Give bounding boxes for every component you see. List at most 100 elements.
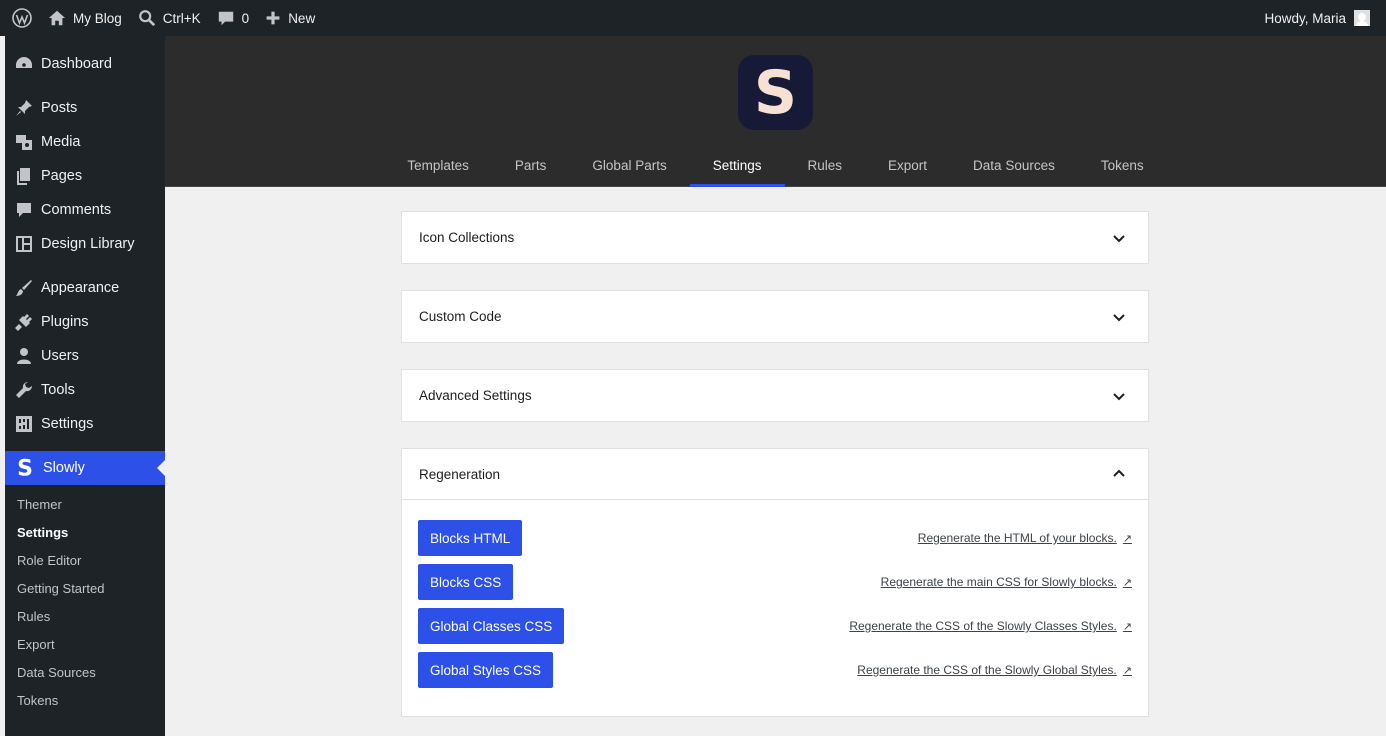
menu-appearance[interactable]: Appearance xyxy=(5,271,165,305)
dashboard-icon xyxy=(16,57,32,68)
user-icon xyxy=(17,348,31,364)
panel-icon-collections: Icon Collections xyxy=(401,211,1149,264)
regen-global-styles-css-button[interactable]: Global Styles CSS xyxy=(418,652,554,688)
chevron-up-icon xyxy=(1113,469,1125,477)
menu-users[interactable]: Users xyxy=(5,339,165,373)
panel-title: Advanced Settings xyxy=(419,388,532,403)
regen-global-styles-css-link[interactable]: Regenerate the CSS of the Slowly Global … xyxy=(857,663,1132,677)
regen-row: Blocks CSS Regenerate the main CSS for S… xyxy=(418,564,1132,600)
regen-blocks-css-link[interactable]: Regenerate the main CSS for Slowly block… xyxy=(881,575,1132,589)
menu-design-library[interactable]: Design Library xyxy=(5,227,165,261)
submenu-role-editor[interactable]: Role Editor xyxy=(5,547,165,575)
submenu-export[interactable]: Export xyxy=(5,631,165,659)
panel-custom-code: Custom Code xyxy=(401,290,1149,343)
plug-icon xyxy=(15,314,32,331)
search-shortcut-button[interactable]: Ctrl+K xyxy=(130,0,209,36)
tab-global-parts[interactable]: Global Parts xyxy=(569,146,689,187)
new-content-button[interactable]: New xyxy=(257,0,323,36)
regen-global-classes-css-link[interactable]: Regenerate the CSS of the Slowly Classes… xyxy=(849,619,1132,633)
pin-icon xyxy=(16,100,32,116)
menu-label: Slowly xyxy=(43,460,85,476)
regen-row: Global Styles CSS Regenerate the CSS of … xyxy=(418,652,1132,688)
regen-row: Global Classes CSS Regenerate the CSS of… xyxy=(418,608,1132,644)
panel-regeneration: Regeneration Blocks HTML Regenerate the … xyxy=(401,448,1149,717)
comments-link[interactable]: 0 xyxy=(209,0,258,36)
menu-label: Users xyxy=(41,348,79,364)
howdy-text: Howdy, Maria xyxy=(1264,10,1346,26)
site-name: My Blog xyxy=(73,10,122,26)
search-icon xyxy=(138,10,155,27)
search-shortcut-label: Ctrl+K xyxy=(162,10,201,26)
menu-media[interactable]: Media xyxy=(5,125,165,159)
avatar xyxy=(1354,10,1370,26)
panel-toggle-icon-collections[interactable]: Icon Collections xyxy=(402,212,1148,263)
account-menu[interactable]: Howdy, Maria xyxy=(1264,0,1370,36)
submenu-tokens[interactable]: Tokens xyxy=(5,687,165,715)
panel-advanced-settings: Advanced Settings xyxy=(401,369,1149,422)
link-text: Regenerate the CSS of the Slowly Global … xyxy=(857,663,1117,677)
regeneration-body: Blocks HTML Regenerate the HTML of your … xyxy=(402,500,1148,716)
slowly-s-icon: S xyxy=(17,457,33,479)
media-icon xyxy=(16,135,32,150)
panel-toggle-advanced-settings[interactable]: Advanced Settings xyxy=(402,370,1148,421)
menu-slowly[interactable]: S Slowly xyxy=(5,451,165,485)
wrench-icon xyxy=(16,381,33,398)
comment-icon xyxy=(17,203,31,217)
submenu-themer[interactable]: Themer xyxy=(5,491,165,519)
brush-icon xyxy=(16,280,32,296)
menu-label: Appearance xyxy=(41,280,120,296)
tab-tokens[interactable]: Tokens xyxy=(1078,146,1167,187)
tab-templates[interactable]: Templates xyxy=(384,146,492,187)
tab-parts[interactable]: Parts xyxy=(492,146,570,187)
slowly-logo: S xyxy=(738,55,813,130)
logo-letter: S xyxy=(753,57,798,128)
menu-label: Tools xyxy=(41,382,75,398)
chevron-down-icon xyxy=(1113,313,1125,321)
menu-tools[interactable]: Tools xyxy=(5,373,165,407)
comment-icon xyxy=(218,11,233,26)
layout-icon xyxy=(16,236,32,252)
panel-toggle-custom-code[interactable]: Custom Code xyxy=(402,291,1148,342)
panel-toggle-regeneration[interactable]: Regeneration xyxy=(402,449,1148,500)
regen-blocks-html-button[interactable]: Blocks HTML xyxy=(418,520,523,556)
submenu-data-sources[interactable]: Data Sources xyxy=(5,659,165,687)
menu-label: Settings xyxy=(41,416,94,432)
link-text: Regenerate the HTML of your blocks. xyxy=(917,531,1117,545)
plus-icon xyxy=(266,11,280,25)
panel-title: Custom Code xyxy=(419,309,502,324)
menu-label: Posts xyxy=(41,100,78,116)
tab-export[interactable]: Export xyxy=(865,146,950,187)
tab-settings[interactable]: Settings xyxy=(689,146,785,187)
slowly-submenu: Themer Settings Role Editor Getting Star… xyxy=(5,485,165,721)
tab-rules[interactable]: Rules xyxy=(785,146,866,187)
submenu-rules[interactable]: Rules xyxy=(5,603,165,631)
link-text: Regenerate the main CSS for Slowly block… xyxy=(880,575,1117,589)
menu-dashboard[interactable]: Dashboard xyxy=(5,47,165,81)
menu-settings[interactable]: Settings xyxy=(5,407,165,441)
menu-label: Media xyxy=(41,134,81,150)
regen-row: Blocks HTML Regenerate the HTML of your … xyxy=(418,520,1132,556)
menu-comments[interactable]: Comments xyxy=(5,193,165,227)
submenu-getting-started[interactable]: Getting Started xyxy=(5,575,165,603)
pages-icon xyxy=(17,168,30,185)
tab-data-sources[interactable]: Data Sources xyxy=(950,146,1078,187)
wordpress-icon xyxy=(12,8,32,28)
plugin-header: S Templates Parts Global Parts Settings … xyxy=(165,36,1386,187)
menu-label: Pages xyxy=(41,168,83,184)
admin-bar: My Blog Ctrl+K 0 New Howdy, Maria xyxy=(0,0,1386,36)
external-link-icon: ↗ xyxy=(1122,576,1132,589)
wordpress-logo-button[interactable] xyxy=(4,0,40,36)
site-name-link[interactable]: My Blog xyxy=(40,0,130,36)
external-link-icon: ↗ xyxy=(1122,620,1132,633)
menu-posts[interactable]: Posts xyxy=(5,91,165,125)
svg-text:S: S xyxy=(17,457,33,479)
menu-label: Dashboard xyxy=(41,56,112,72)
regen-blocks-html-link[interactable]: Regenerate the HTML of your blocks. ↗ xyxy=(918,531,1132,545)
submenu-settings[interactable]: Settings xyxy=(5,519,165,547)
menu-pages[interactable]: Pages xyxy=(5,159,165,193)
home-icon xyxy=(48,10,66,26)
regen-global-classes-css-button[interactable]: Global Classes CSS xyxy=(418,608,565,644)
settings-icon xyxy=(16,416,32,432)
regen-blocks-css-button[interactable]: Blocks CSS xyxy=(418,564,514,600)
menu-plugins[interactable]: Plugins xyxy=(5,305,165,339)
